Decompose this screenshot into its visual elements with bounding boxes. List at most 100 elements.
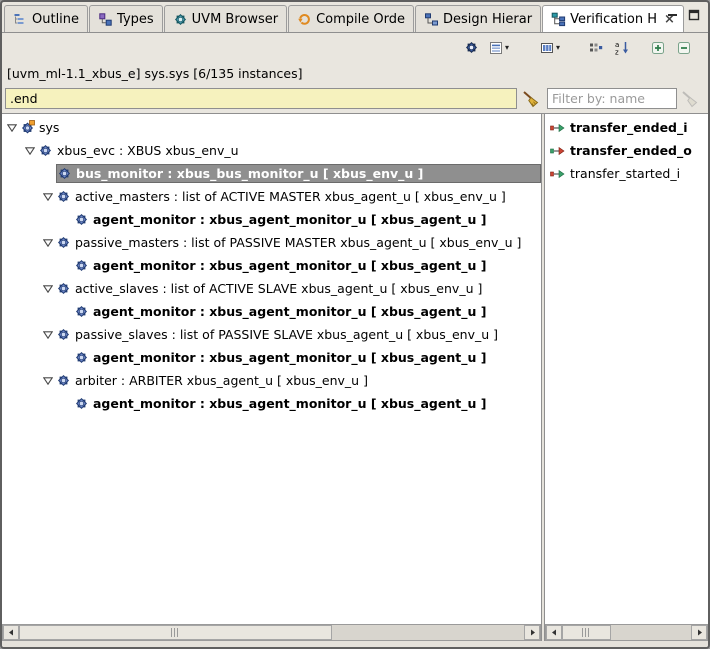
svg-text:z: z	[615, 48, 619, 56]
maximize-icon[interactable]	[688, 9, 700, 21]
dropdown-chevron-icon: ▾	[555, 43, 560, 52]
expander-open-icon[interactable]	[4, 123, 20, 132]
content-area: sys xbus_evc : XBUS xbus_env_u bus_monitor…	[2, 113, 708, 624]
tree-node-label: passive_slaves : list of PASSIVE SLAVE x…	[75, 327, 498, 342]
tab-verification-h[interactable]: Verification H ×	[542, 5, 684, 32]
tree-node[interactable]: agent_monitor : xbus_agent_monitor_u [ x…	[74, 302, 541, 321]
unit-icon	[74, 396, 89, 411]
tree-row-agent_monitor: agent_monitor : xbus_agent_monitor_u [ x…	[2, 300, 541, 323]
expander-open-icon[interactable]	[40, 238, 56, 247]
tree-hscrollbar[interactable]	[2, 624, 541, 641]
tree-row-arbiter: arbiter : ARBITER xbus_agent_u [ xbus_en…	[2, 369, 541, 392]
ports-hscrollbar-thumb[interactable]	[562, 625, 612, 640]
port-label: transfer_started_i	[570, 166, 681, 181]
tree-node[interactable]: agent_monitor : xbus_agent_monitor_u [ x…	[74, 348, 541, 367]
dots-grid-button[interactable]	[586, 38, 606, 58]
ports-hscrollbar-track[interactable]	[562, 625, 691, 640]
unit-icon	[56, 373, 71, 388]
tree-row-bus_monitor: bus_monitor : xbus_bus_monitor_u [ xbus_…	[2, 162, 541, 185]
tree-node[interactable]: bus_monitor : xbus_bus_monitor_u [ xbus_…	[56, 164, 541, 183]
ports-hscrollbar[interactable]	[545, 624, 708, 641]
tree-scroll-right-button[interactable]	[524, 625, 540, 640]
tree-node[interactable]: arbiter : ARBITER xbus_agent_u [ xbus_en…	[56, 371, 541, 390]
compile-order-tab-icon	[297, 12, 312, 27]
expander-open-icon[interactable]	[40, 192, 56, 201]
view-menu-icon	[488, 40, 504, 56]
clear-filter-broom-icon[interactable]	[680, 90, 700, 108]
tree-node[interactable]: passive_slaves : list of PASSIVE SLAVE x…	[56, 325, 541, 344]
tab-design-hierar[interactable]: Design Hierar	[415, 5, 542, 32]
bottom-strip	[2, 641, 708, 647]
unit-icon	[74, 304, 89, 319]
design-hierarchy-tab-icon	[424, 12, 439, 27]
expand-all-button[interactable]	[648, 38, 668, 58]
tree-node[interactable]: agent_monitor : xbus_agent_monitor_u [ x…	[74, 256, 541, 275]
tree-node[interactable]: sys	[20, 118, 541, 137]
search-input[interactable]	[5, 88, 517, 109]
port-item-transfer_ended_i[interactable]: transfer_ended_i	[545, 116, 708, 139]
tree-row-agent_monitor: agent_monitor : xbus_agent_monitor_u [ x…	[2, 254, 541, 277]
ports-scroll-left-button[interactable]	[546, 625, 562, 640]
thumb-grip	[171, 628, 181, 637]
port-label: transfer_ended_o	[570, 143, 692, 158]
types-tab-icon	[98, 12, 113, 27]
view-menu-button[interactable]: ▾	[488, 38, 509, 58]
settings-gear-button[interactable]	[462, 38, 482, 58]
outline-tab-icon	[13, 12, 28, 27]
tree-row-passive_slaves: passive_slaves : list of PASSIVE SLAVE x…	[2, 323, 541, 346]
tree-node[interactable]: active_slaves : list of ACTIVE SLAVE xbu…	[56, 279, 541, 298]
thumb-grip	[582, 628, 591, 637]
columns-button[interactable]: ▾	[539, 38, 560, 58]
expander-open-icon[interactable]	[40, 284, 56, 293]
tab-uvm-browser[interactable]: UVM Browser	[163, 5, 288, 32]
tree-node-label: agent_monitor : xbus_agent_monitor_u [ x…	[93, 258, 487, 273]
tree-node[interactable]: active_masters : list of ACTIVE MASTER x…	[56, 187, 541, 206]
expander-open-icon[interactable]	[40, 330, 56, 339]
ports-scroll-right-button[interactable]	[691, 625, 707, 640]
unit-icon	[57, 166, 72, 181]
tab-label: Types	[117, 11, 154, 27]
tree-row-active_slaves: active_slaves : list of ACTIVE SLAVE xbu…	[2, 277, 541, 300]
tree-scroll-left-button[interactable]	[3, 625, 19, 640]
tree-node-label: agent_monitor : xbus_agent_monitor_u [ x…	[93, 212, 487, 227]
sort-az-button[interactable]: az	[612, 38, 632, 58]
unit-icon	[56, 327, 71, 342]
port-item-transfer_started_i[interactable]: transfer_started_i	[545, 162, 708, 185]
unit-icon	[74, 350, 89, 365]
unit-icon	[56, 281, 71, 296]
name-filter-input[interactable]	[547, 88, 677, 109]
clear-search-broom-icon[interactable]	[521, 90, 541, 108]
expander-open-icon[interactable]	[22, 146, 38, 155]
expand-all-icon	[650, 40, 666, 56]
tab-compile-orde[interactable]: Compile Orde	[288, 5, 415, 32]
tree-row-agent_monitor: agent_monitor : xbus_agent_monitor_u [ x…	[2, 208, 541, 231]
tab-bar: Outline Types UVM Browser Compile Orde Desig…	[2, 2, 708, 33]
tab-outline[interactable]: Outline	[4, 5, 89, 32]
settings-gear-icon	[464, 40, 479, 55]
scrollbar-row	[2, 624, 708, 641]
tree-hscrollbar-thumb[interactable]	[19, 625, 333, 640]
event-in-icon	[550, 122, 565, 134]
tree-node-label: bus_monitor : xbus_bus_monitor_u [ xbus_…	[76, 166, 424, 181]
tree-node-label: xbus_evc : XBUS xbus_env_u	[57, 143, 239, 158]
tab-label: Design Hierar	[443, 11, 533, 27]
tree-node[interactable]: agent_monitor : xbus_agent_monitor_u [ x…	[74, 394, 541, 413]
tree-hscrollbar-track[interactable]	[19, 625, 524, 640]
port-item-transfer_ended_o[interactable]: transfer_ended_o	[545, 139, 708, 162]
tree-node-label: agent_monitor : xbus_agent_monitor_u [ x…	[93, 350, 487, 365]
minimize-icon[interactable]	[667, 9, 679, 21]
tree-node-label: agent_monitor : xbus_agent_monitor_u [ x…	[93, 396, 487, 411]
tree-node-label: active_masters : list of ACTIVE MASTER x…	[75, 189, 506, 204]
unit-icon	[38, 143, 53, 158]
tree-node[interactable]: xbus_evc : XBUS xbus_env_u	[38, 141, 541, 160]
tree-node[interactable]: agent_monitor : xbus_agent_monitor_u [ x…	[74, 210, 541, 229]
expander-open-icon[interactable]	[40, 376, 56, 385]
unit-icon	[56, 235, 71, 250]
tab-types[interactable]: Types	[89, 5, 163, 32]
sort-az-icon: az	[614, 40, 630, 56]
tab-label: Compile Orde	[316, 11, 406, 27]
event-in-icon	[550, 168, 565, 180]
unit-icon	[74, 212, 89, 227]
tree-node[interactable]: passive_masters : list of PASSIVE MASTER…	[56, 233, 541, 252]
collapse-all-button[interactable]	[674, 38, 694, 58]
